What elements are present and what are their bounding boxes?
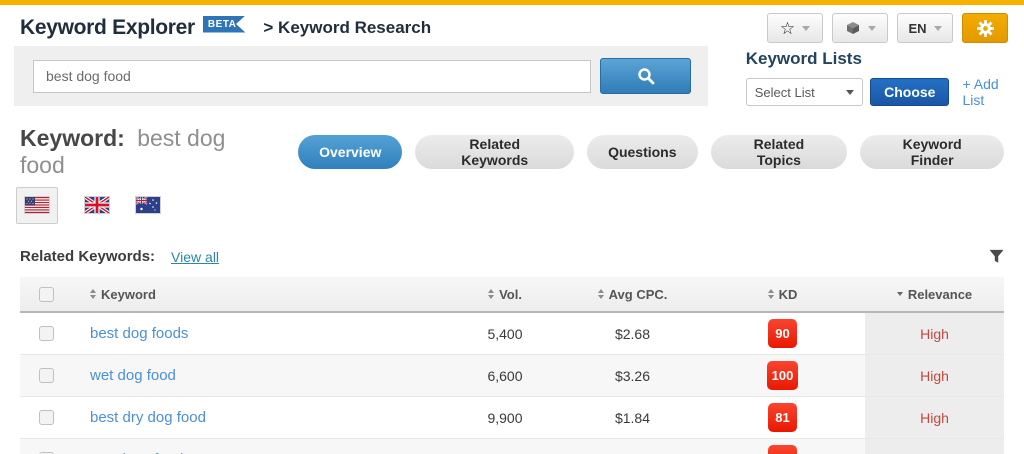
keyword-list-select[interactable]: Select List [746,78,863,106]
kd-badge: 90 [768,445,797,454]
related-keywords-table: Keyword Vol. Avg CPC. KD Relevance best … [20,277,1004,454]
search-button[interactable] [600,58,691,94]
vol-value: 9,900 [445,410,565,426]
us-flag-icon [25,197,49,213]
keyword-link[interactable]: best dry dog food [90,409,206,426]
cpc-value: $2.68 [565,326,700,342]
page-title-label: Keyword: [20,125,125,151]
section-title: Related Keywords: [20,248,155,265]
keyword-list-select-value: Select List [755,85,815,100]
au-flag-icon [136,197,160,213]
cpc-value: $3.26 [565,368,700,384]
select-all-checkbox[interactable] [39,287,54,302]
view-all-link[interactable]: View all [171,249,219,265]
chevron-down-icon [802,26,810,31]
row-checkbox[interactable] [39,410,54,425]
filter-icon[interactable] [989,249,1004,264]
flag-united-states[interactable] [16,187,58,224]
sort-icon [488,289,494,299]
table-row: best dog foods 5,400 $2.68 90 High [20,313,1004,355]
row-checkbox[interactable] [39,368,54,383]
sort-icon [768,289,774,299]
apps-button[interactable] [832,13,888,43]
row-checkbox[interactable] [39,326,54,341]
header-avg-cpc[interactable]: Avg CPC. [565,287,700,302]
language-label: EN [908,21,926,36]
page-title: Keyword: best dog food [20,125,272,179]
choose-button[interactable]: Choose [870,78,949,106]
keyword-search-input[interactable] [33,60,591,93]
tab-related-keywords[interactable]: Related Keywords [415,135,574,169]
keyword-lists-panel: Keyword Lists Select List Choose + Add L… [746,46,1024,108]
relevance-value: High [920,326,949,342]
sort-icon [598,289,604,299]
tab-overview[interactable]: Overview [298,135,402,169]
chevron-down-icon [868,26,876,31]
flag-australia[interactable] [136,197,160,213]
tab-keyword-finder[interactable]: Keyword Finder [860,135,1004,169]
sort-desc-icon [897,292,903,296]
table-row: wet dogs food 6,600 $2.15 90 High [20,439,1004,454]
tabs: Overview Related Keywords Questions Rela… [298,135,1004,169]
sort-icon [90,289,96,299]
vol-value: 5,400 [445,326,565,342]
keyword-lists-title: Keyword Lists [746,49,1024,69]
toolbar: ☆ EN [767,13,1008,43]
breadcrumb: > Keyword Research [263,18,431,38]
star-icon: ☆ [780,20,795,37]
kd-badge: 100 [767,361,799,390]
favorites-button[interactable]: ☆ [767,13,823,43]
related-keywords-header: Related Keywords: View all [20,248,1004,265]
chevron-down-icon [846,90,854,95]
relevance-value: High [920,410,949,426]
keyword-link[interactable]: wet dog food [90,367,176,384]
language-button[interactable]: EN [897,13,953,43]
table-header-row: Keyword Vol. Avg CPC. KD Relevance [20,277,1004,313]
country-selector [16,186,1024,224]
page-heading-row: Keyword: best dog food Overview Related … [20,125,1004,179]
tab-related-topics[interactable]: Related Topics [711,135,848,169]
vol-value: 6,600 [445,368,565,384]
header-kd[interactable]: KD [700,287,865,302]
keyword-link[interactable]: best dog foods [90,325,188,342]
brand: Keyword Explorer BETA > Keyword Research [20,16,431,40]
tab-questions[interactable]: Questions [587,135,697,169]
table-row: best dry dog food 9,900 $1.84 81 High [20,397,1004,439]
header-keyword[interactable]: Keyword [72,287,445,302]
relevance-value: High [920,368,949,384]
app-title: Keyword Explorer [20,16,195,40]
kd-badge: 90 [768,319,797,348]
search-section: Keyword Lists Select List Choose + Add L… [0,46,1024,108]
kd-badge: 81 [768,403,797,432]
header-vol[interactable]: Vol. [445,287,565,302]
search-panel [14,46,708,106]
app-header: Keyword Explorer BETA > Keyword Research… [0,5,1024,43]
beta-badge: BETA [203,16,245,33]
settings-button[interactable] [962,13,1008,43]
flag-united-kingdom[interactable] [85,197,109,213]
cube-icon [845,20,861,36]
header-relevance[interactable]: Relevance [865,277,1004,311]
add-list-link[interactable]: + Add List [962,76,1024,108]
gear-icon [976,19,995,38]
cpc-value: $1.84 [565,410,700,426]
chevron-down-icon [934,26,942,31]
table-row: wet dog food 6,600 $3.26 100 High [20,355,1004,397]
uk-flag-icon [85,197,109,213]
magnifier-icon [636,66,656,86]
